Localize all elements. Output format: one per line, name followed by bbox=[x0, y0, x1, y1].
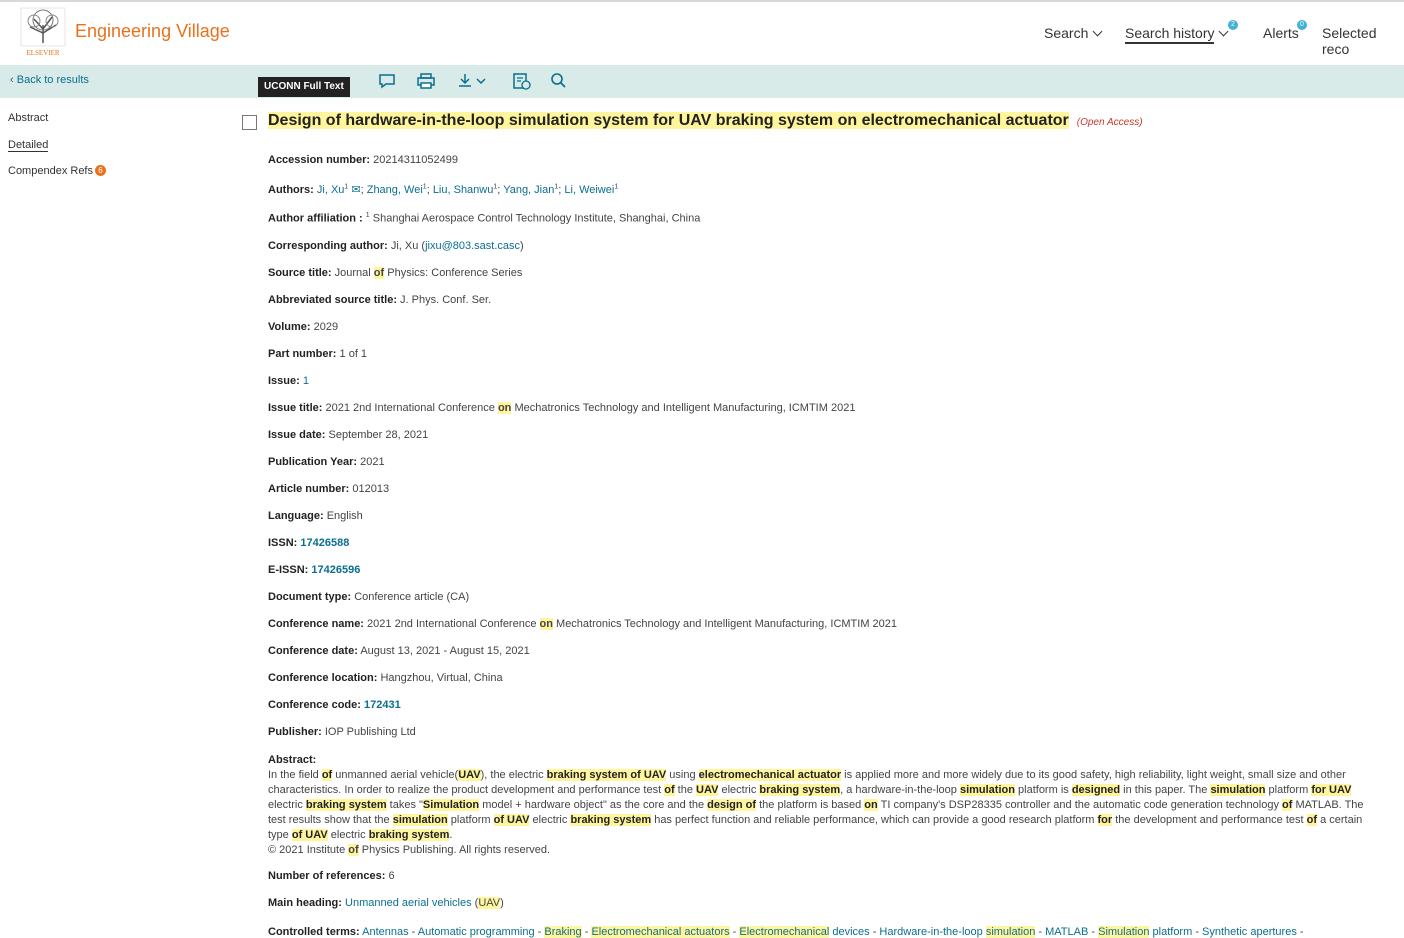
uconn-full-text-button[interactable]: UCONN Full Text bbox=[258, 77, 350, 97]
header: ELSEVIER Engineering Village Search Sear… bbox=[0, 2, 1404, 64]
nav-search-history-label: Search history bbox=[1125, 25, 1215, 44]
field-issn: ISSN: 17426588 bbox=[268, 537, 350, 549]
search-history-badge: 2 bbox=[1228, 20, 1238, 30]
brand-name[interactable]: Engineering Village bbox=[75, 21, 230, 42]
controlled-term-link[interactable]: Hardware-in-the-loop simulation bbox=[879, 926, 1036, 938]
controlled-term-link[interactable]: MATLAB bbox=[1045, 926, 1088, 938]
back-label: Back to results bbox=[16, 74, 89, 86]
issn-link[interactable]: 17426588 bbox=[300, 537, 349, 549]
compendex-refs-label: Compendex Refs bbox=[8, 165, 93, 177]
record-toolbar: ‹ Back to results UCONN Full Text bbox=[0, 65, 1404, 98]
nav-search[interactable]: Search bbox=[1044, 25, 1103, 41]
nav-search-history[interactable]: Search history bbox=[1125, 25, 1229, 44]
field-author-affiliation: Author affiliation : 1 Shanghai Aerospac… bbox=[268, 212, 701, 225]
sidebar-item-detailed[interactable]: Detailed bbox=[8, 139, 49, 152]
field-number-of-references: Number of references: 6 bbox=[268, 870, 395, 882]
download-icon[interactable] bbox=[456, 72, 490, 90]
elsevier-logo[interactable]: ELSEVIER bbox=[20, 7, 66, 57]
author-link[interactable]: Zhang, Wei bbox=[367, 184, 423, 196]
controlled-term-link[interactable]: Antennas bbox=[362, 926, 408, 938]
abstract-copyright: © 2021 Institute of Physics Publishing. … bbox=[268, 844, 551, 856]
email-icon[interactable]: ✉ bbox=[351, 184, 360, 196]
field-document-type: Document type: Conference article (CA) bbox=[268, 591, 470, 603]
controlled-term-link[interactable]: Synthetic apertures bbox=[1202, 926, 1297, 938]
compendex-refs-count-badge: 6 bbox=[95, 165, 106, 176]
controlled-term-link[interactable]: Braking bbox=[544, 926, 582, 938]
issue-link[interactable]: 1 bbox=[303, 375, 309, 387]
save-to-folder-icon[interactable] bbox=[512, 72, 532, 90]
field-publication-year: Publication Year: 2021 bbox=[268, 456, 385, 468]
field-abstract: Abstract: In the field of unmanned aeria… bbox=[268, 753, 1368, 858]
elsevier-wordmark: ELSEVIER bbox=[26, 49, 59, 57]
field-language: Language: English bbox=[268, 510, 363, 522]
main-heading-link[interactable]: Unmanned aerial vehicles bbox=[345, 897, 472, 909]
author-link[interactable]: Li, Weiwei bbox=[564, 184, 614, 196]
sidebar-item-abstract[interactable]: Abstract bbox=[8, 112, 48, 124]
field-publisher: Publisher: IOP Publishing Ltd bbox=[268, 726, 416, 738]
author-link[interactable]: Ji, Xu bbox=[317, 184, 345, 196]
record-title-text: Design of hardware-in-the-loop simulatio… bbox=[268, 112, 1069, 129]
abstract-label: Abstract: bbox=[268, 754, 317, 766]
field-issue: Issue: 1 bbox=[268, 375, 309, 387]
conference-code-link[interactable]: 172431 bbox=[364, 699, 401, 711]
nav-alerts-label: Alerts bbox=[1263, 25, 1299, 41]
controlled-term-link[interactable]: Simulation platform bbox=[1098, 926, 1192, 938]
field-source-title: Source title: Journal of Physics: Confer… bbox=[268, 267, 523, 279]
field-conference-date: Conference date: August 13, 2021 - Augus… bbox=[268, 645, 530, 657]
field-controlled-terms: Controlled terms: Antennas - Automatic p… bbox=[268, 926, 1304, 938]
controlled-term-link[interactable]: Electromechanical devices bbox=[739, 926, 870, 938]
field-corresponding-author: Corresponding author: Ji, Xu (jixu@803.s… bbox=[268, 240, 524, 252]
field-conference-code: Conference code: 172431 bbox=[268, 699, 401, 711]
select-record-checkbox[interactable] bbox=[242, 115, 257, 130]
nav-selected-label: Selected reco bbox=[1322, 25, 1377, 57]
e-issn-link[interactable]: 17426596 bbox=[311, 564, 360, 576]
open-access-label: (Open Access) bbox=[1076, 117, 1143, 128]
chevron-left-icon: ‹ bbox=[10, 74, 14, 86]
field-issue-title: Issue title: 2021 2nd International Conf… bbox=[268, 402, 856, 414]
sidebar-item-detailed-label: Detailed bbox=[8, 139, 49, 152]
comment-icon[interactable] bbox=[377, 72, 397, 90]
print-icon[interactable] bbox=[416, 72, 436, 90]
field-authors: Authors: Ji, Xu1 ✉; Zhang, Wei1; Liu, Sh… bbox=[268, 183, 619, 196]
controlled-term-link[interactable]: Automatic programming bbox=[418, 926, 535, 938]
field-volume: Volume: 2029 bbox=[268, 321, 339, 333]
nav-alerts[interactable]: Alerts bbox=[1263, 25, 1299, 41]
field-e-issn: E-ISSN: 17426596 bbox=[268, 564, 361, 576]
sidebar-item-compendex-refs[interactable]: Compendex Refs 6 bbox=[8, 165, 106, 177]
field-conference-location: Conference location: Hangzhou, Virtual, … bbox=[268, 672, 503, 684]
nav-selected-records[interactable]: Selected reco bbox=[1322, 25, 1404, 57]
author-link[interactable]: Liu, Shanwu bbox=[433, 184, 494, 196]
field-article-number: Article number: 012013 bbox=[268, 483, 390, 495]
field-abbreviated-source-title: Abbreviated source title: J. Phys. Conf.… bbox=[268, 294, 492, 306]
field-part-number: Part number: 1 of 1 bbox=[268, 348, 368, 360]
search-icon[interactable] bbox=[549, 72, 569, 90]
corresponding-email-link[interactable]: jixu@803.sast.casc bbox=[425, 240, 520, 252]
alerts-badge: 0 bbox=[1297, 20, 1307, 30]
abstract-text: In the field of unmanned aerial vehicle(… bbox=[268, 769, 1364, 841]
chevron-down-icon bbox=[1219, 26, 1229, 37]
author-link[interactable]: Yang, Jian bbox=[503, 184, 554, 196]
chevron-down-icon bbox=[1092, 26, 1103, 37]
field-issue-date: Issue date: September 28, 2021 bbox=[268, 429, 429, 441]
field-conference-name: Conference name: 2021 2nd International … bbox=[268, 618, 898, 630]
field-accession-number: Accession number: 20214311052499 bbox=[268, 154, 458, 166]
back-to-results-link[interactable]: ‹ Back to results bbox=[10, 74, 89, 86]
controlled-term-link[interactable]: Electromechanical actuators bbox=[591, 926, 730, 938]
record-title: Design of hardware-in-the-loop simulatio… bbox=[268, 112, 1143, 130]
nav-search-label: Search bbox=[1044, 25, 1089, 41]
field-main-heading: Main heading: Unmanned aerial vehicles (… bbox=[268, 897, 504, 909]
